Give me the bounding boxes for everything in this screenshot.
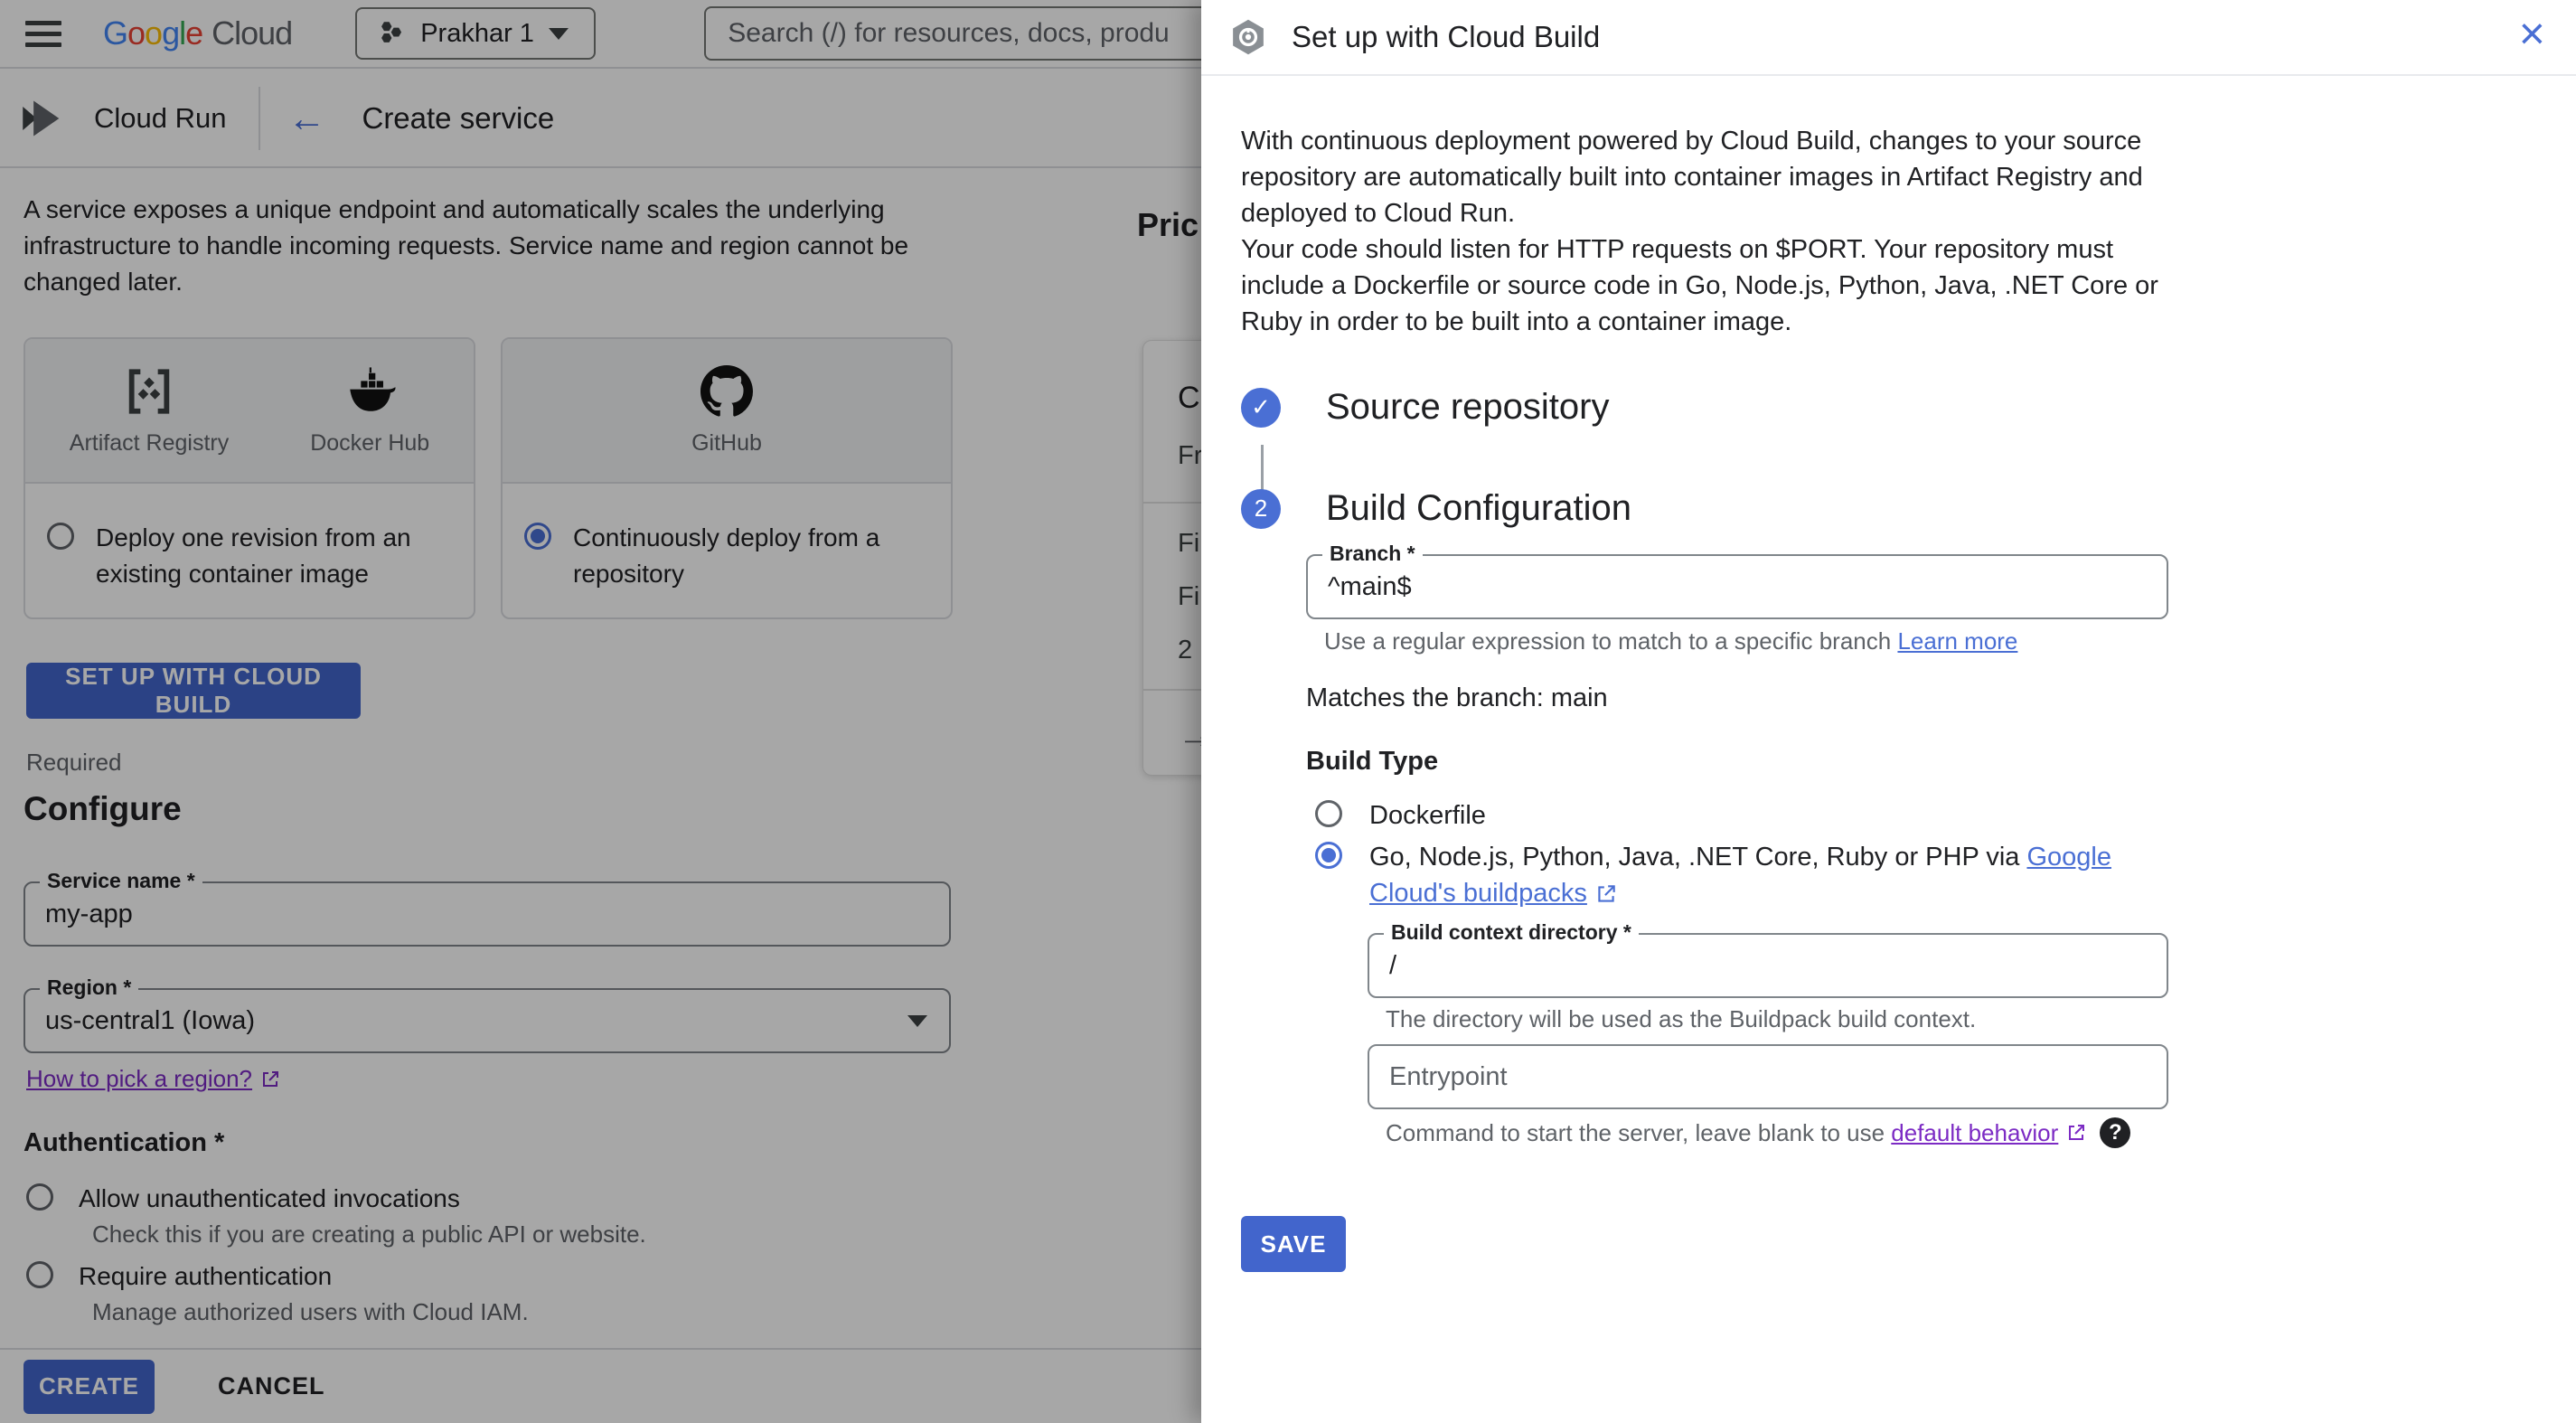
branch-helper: Use a regular expression to match to a s…	[1324, 627, 2018, 655]
build-type-label: Build Type	[1306, 747, 1439, 776]
cloud-build-icon	[1233, 19, 1264, 55]
branch-label: Branch *	[1322, 542, 1423, 566]
panel-header: Set up with Cloud Build ×	[1201, 0, 2576, 76]
external-link-icon	[1598, 885, 1615, 903]
gcp-console: Google Cloud Prakhar 1 Cloud Run ← Creat…	[0, 0, 2576, 1423]
buildpacks-radio[interactable]	[1315, 842, 1342, 869]
step-build-heading: Build Configuration	[1326, 488, 1631, 528]
build-context-label: Build context directory *	[1384, 920, 1639, 945]
branch-field[interactable]: Branch *	[1306, 542, 2168, 619]
close-icon[interactable]: ×	[2519, 11, 2545, 56]
save-button[interactable]: SAVE	[1241, 1216, 1346, 1272]
step-number: 2	[1241, 488, 1281, 529]
dockerfile-label: Dockerfile	[1369, 801, 1486, 830]
build-context-helper: The directory will be used as the Buildp…	[1386, 1005, 1977, 1032]
panel-title: Set up with Cloud Build	[1292, 20, 1601, 53]
build-context-field[interactable]: Build context directory *	[1368, 920, 2168, 998]
help-icon[interactable]: ?	[2100, 1117, 2131, 1148]
entrypoint-field[interactable]	[1368, 1044, 2168, 1109]
panel-intro-line1: With continuous deployment powered by Cl…	[1241, 127, 2143, 228]
panel-intro: With continuous deployment powered by Cl…	[1241, 123, 2181, 340]
external-link-icon	[2069, 1125, 2085, 1140]
step-check-icon: ✓	[1241, 387, 1281, 428]
buildpacks-label: Go, Node.js, Python, Java, .NET Core, Ru…	[1369, 843, 2111, 908]
build-type-dockerfile: Dockerfile	[1315, 797, 2165, 834]
step-build-configuration[interactable]: 2 Build Configuration	[1241, 488, 1631, 529]
branch-match-note: Matches the branch: main	[1306, 683, 1608, 712]
panel-intro-line2: Your code should listen for HTTP request…	[1241, 235, 2158, 336]
stepper-connector	[1261, 445, 1264, 492]
learn-more-link[interactable]: Learn more	[1897, 627, 2017, 655]
branch-input[interactable]	[1308, 556, 2167, 617]
dockerfile-radio[interactable]	[1315, 800, 1342, 827]
step-source-heading: Source repository	[1326, 387, 1610, 427]
build-type-buildpacks: Go, Node.js, Python, Java, .NET Core, Ru…	[1315, 839, 2165, 911]
entrypoint-input[interactable]	[1369, 1046, 2167, 1107]
step-source-repository[interactable]: ✓ Source repository	[1241, 387, 1609, 428]
default-behavior-link[interactable]: default behavior	[1891, 1119, 2087, 1147]
cloud-build-panel: Set up with Cloud Build × With continuou…	[1201, 0, 2576, 1423]
entrypoint-helper: Command to start the server, leave blank…	[1386, 1117, 2131, 1148]
